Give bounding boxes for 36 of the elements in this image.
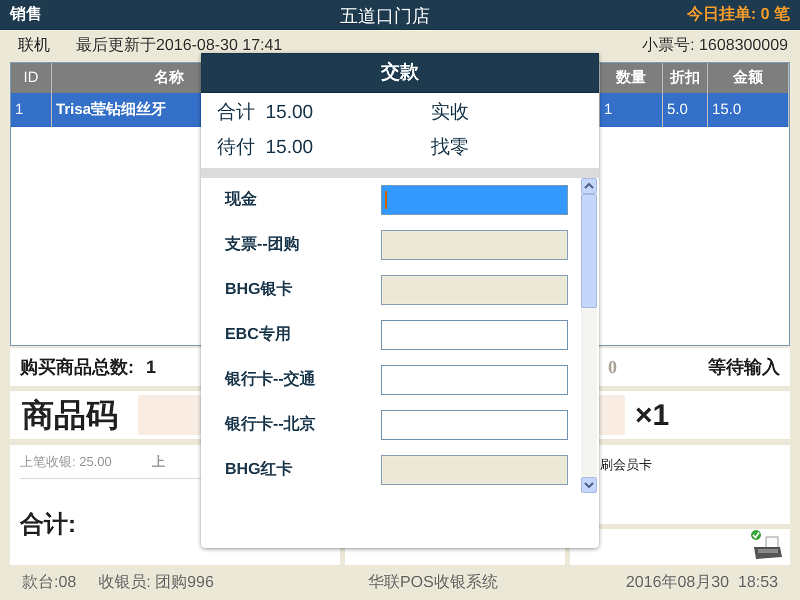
cashier-name: 收银员: 团购996 (98, 572, 214, 592)
last-sale-next: 上 (152, 452, 165, 471)
table-cell: 1 (600, 93, 663, 127)
table-cell: 1 (11, 93, 52, 127)
payment-method-label: 支票--团购 (225, 234, 301, 255)
total-amount: 合计 15.00 (217, 101, 314, 125)
payment-method-label: 银行卡--北京 (225, 414, 317, 435)
amount-value: 0 (608, 356, 618, 378)
total-items-label: 购买商品总数: (20, 356, 134, 378)
payment-method-label: BHG银卡 (225, 280, 294, 300)
payment-method-label: 现金 (225, 190, 258, 210)
received-label: 实收 (431, 101, 470, 125)
system-name: 华联POS收银系统 (368, 572, 498, 592)
connection-status: 联机 (18, 36, 50, 56)
due-amount: 待付 15.00 (217, 136, 314, 160)
last-update: 最后更新于2016-08-30 17:41 (76, 36, 282, 56)
payment-method-label: EBC专用 (225, 324, 292, 345)
last-sale-text: 上笔收银: 25.00 (20, 452, 112, 471)
payment-method-label: BHG红卡 (225, 460, 294, 480)
change-label: 找零 (431, 136, 470, 160)
counter-number: 款台:08 (22, 572, 76, 592)
pending-orders: 今日挂单: 0 笔 (686, 4, 790, 25)
table-cell: 15.0 (708, 93, 789, 127)
store-name: 五道口门店 (340, 5, 430, 28)
total-label: 合计: (20, 510, 77, 540)
member-card-hint: 刷会员卡 (600, 457, 652, 472)
quantity-text: ×1 (635, 398, 670, 434)
mode-label: 销售 (10, 4, 42, 25)
dialog-title: 交款 (201, 53, 599, 93)
barcode-label: 商品码 (22, 396, 118, 435)
receipt-number: 小票号: 1608300009 (642, 36, 788, 56)
payment-method-label: 银行卡--交通 (225, 369, 317, 390)
date-time: 2016年08月30 18:53 (626, 572, 778, 592)
status-text: 等待输入 (708, 356, 780, 378)
table-cell: 5.0 (663, 93, 708, 127)
total-items-count: 1 (146, 356, 156, 378)
